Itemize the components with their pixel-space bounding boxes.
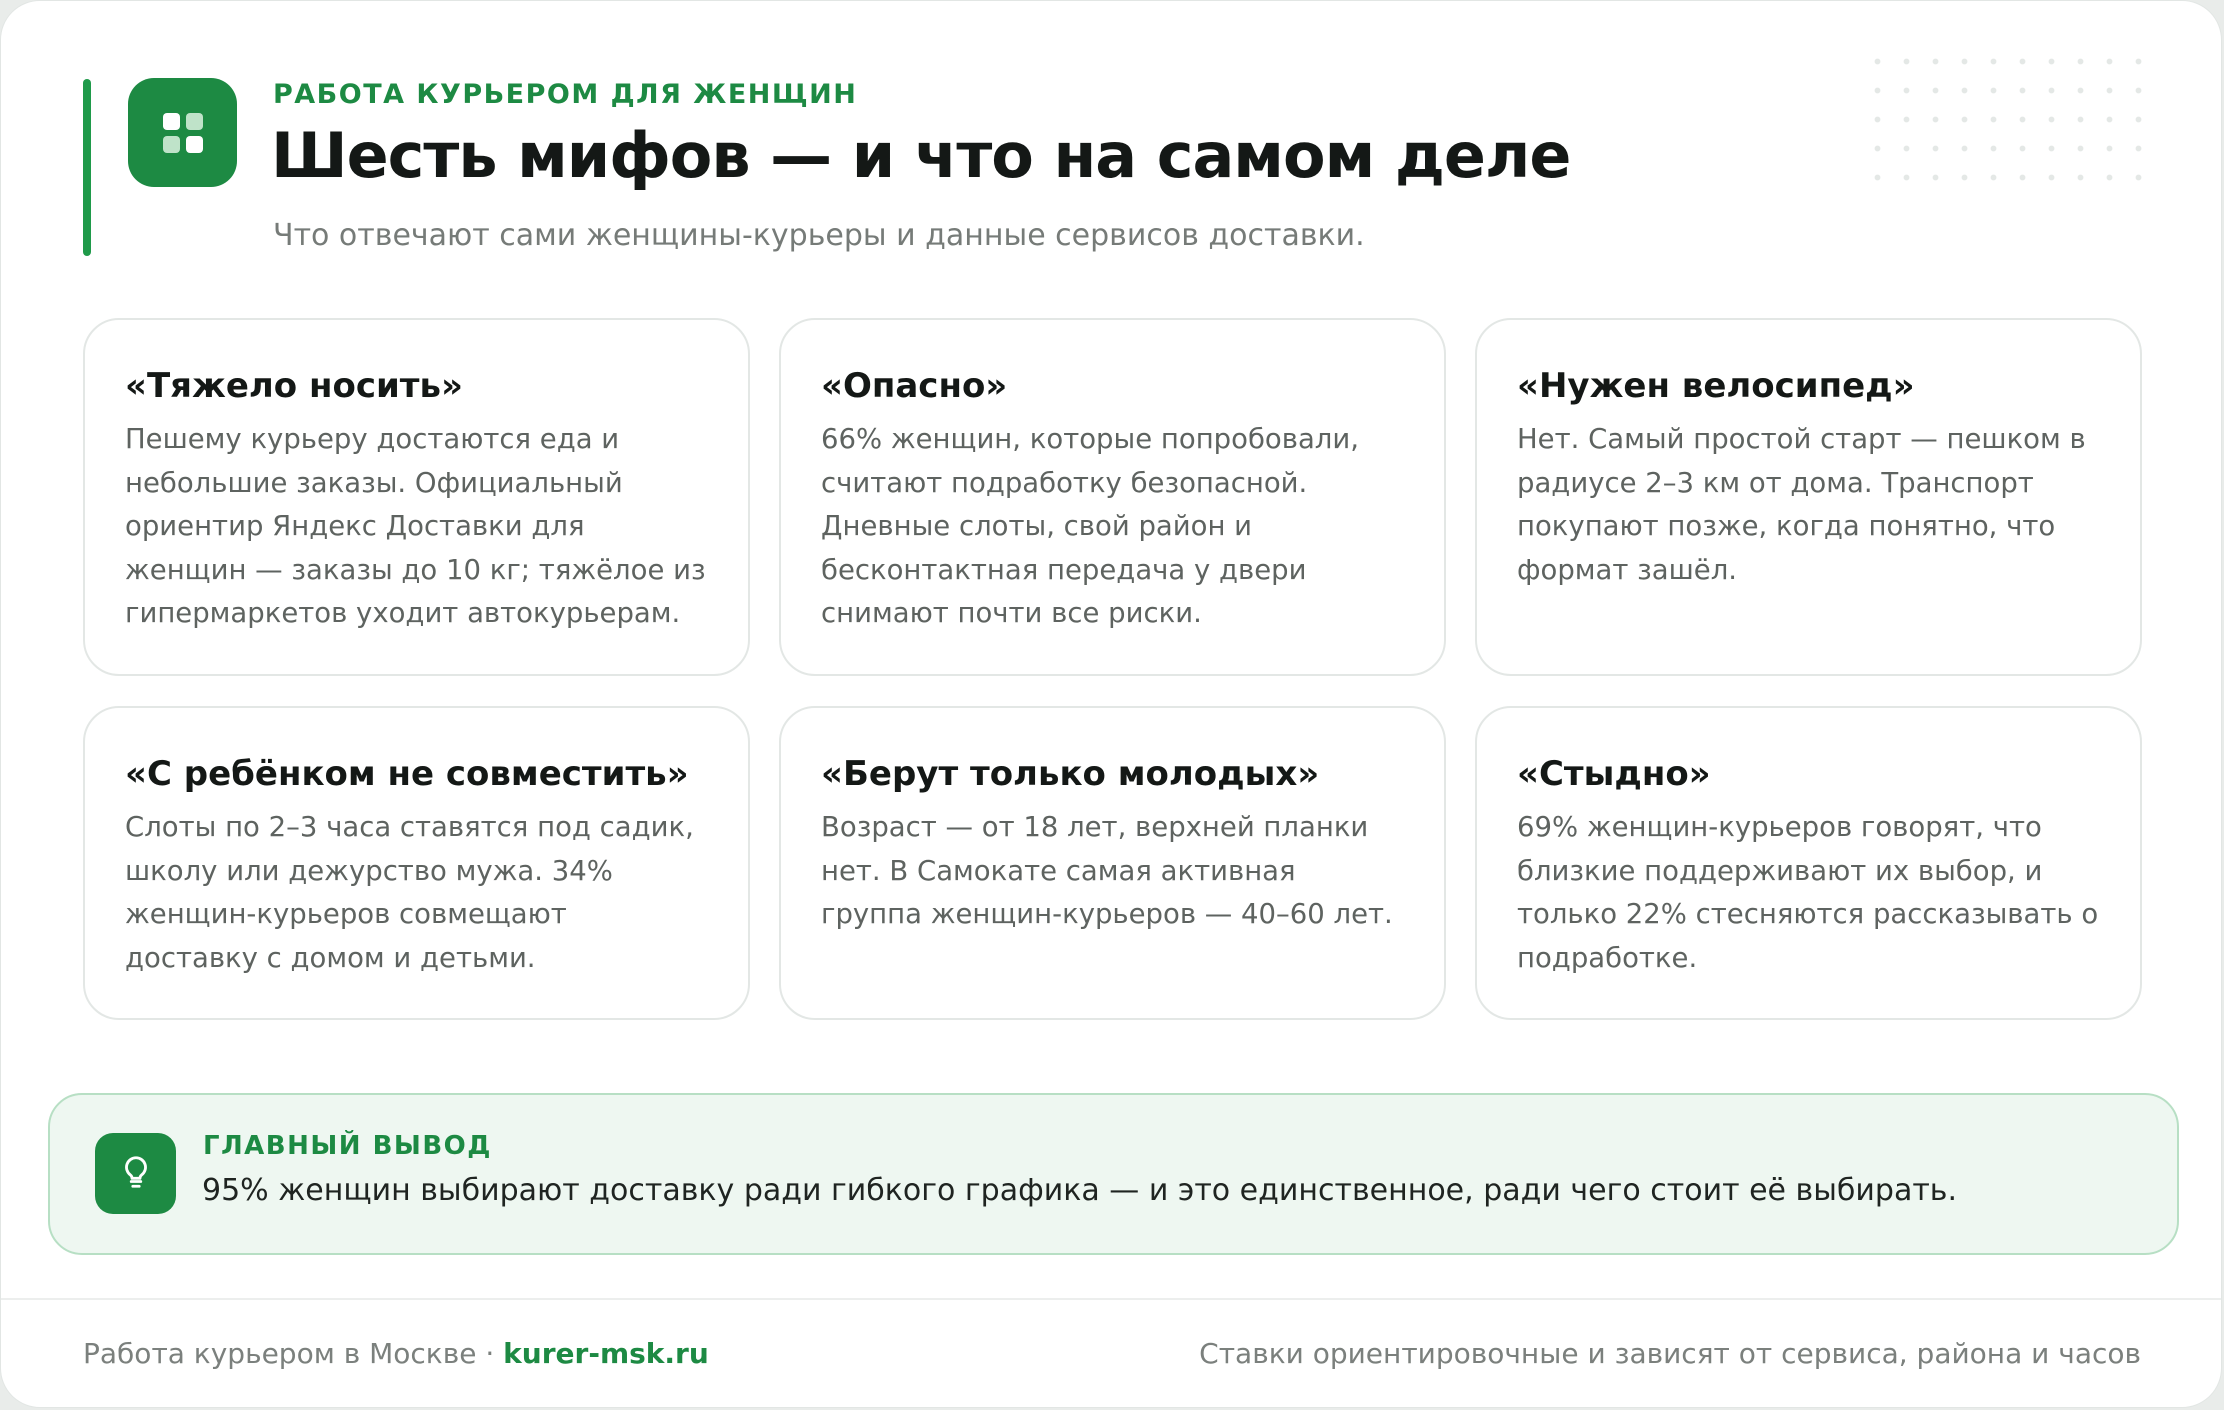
myth-card-text: 69% женщин-курьеров говорят, что близкие… xyxy=(1517,811,2099,974)
footer-left: Работа курьером в Москве · kurer-msk.ru xyxy=(83,1337,709,1370)
footer-disclaimer: Ставки ориентировочные и зависят от серв… xyxy=(1199,1337,2141,1370)
myth-card-title: «Стыдно» xyxy=(1517,754,1711,794)
page-subtitle: Что отвечают сами женщины-курьеры и данн… xyxy=(273,218,1365,253)
myth-card: «Нужен велосипед» Нет. Самый простой ста… xyxy=(1475,318,2142,676)
accent-bar xyxy=(83,79,91,256)
myth-card: «Стыдно» 69% женщин-курьеров говорят, чт… xyxy=(1475,706,2142,1020)
myth-card-title: «Тяжело носить» xyxy=(125,366,463,406)
conclusion-callout: ГЛАВНЫЙ ВЫВОД 95% женщин выбирают достав… xyxy=(48,1093,2179,1255)
page-title: Шесть мифов — и что на самом деле xyxy=(271,119,1571,192)
lightbulb-icon xyxy=(117,1153,155,1195)
myth-card-text: Нет. Самый простой старт — пешком в ради… xyxy=(1517,423,2086,586)
myth-card: «Опасно» 66% женщин, которые попробовали… xyxy=(779,318,1446,676)
logo-tile xyxy=(128,78,237,187)
decorative-dot-grid xyxy=(1863,47,2163,197)
myth-card-text: 66% женщин, которые попробовали, считают… xyxy=(821,423,1359,629)
grid-icon xyxy=(161,111,205,155)
myth-card: «С ребёнком не совместить» Слоты по 2–3 … xyxy=(83,706,750,1020)
eyebrow-label: РАБОТА КУРЬЕРОМ ДЛЯ ЖЕНЩИН xyxy=(273,79,858,110)
conclusion-label: ГЛАВНЫЙ ВЫВОД xyxy=(203,1131,492,1161)
footer-caption: Работа курьером в Москве · xyxy=(83,1337,495,1370)
myth-card-title: «Нужен велосипед» xyxy=(1517,366,1915,406)
conclusion-icon-tile xyxy=(95,1133,176,1214)
myth-card-text: Пешему курьеру достаются еда и небольшие… xyxy=(125,423,706,629)
conclusion-text: 95% женщин выбирают доставку ради гибког… xyxy=(202,1173,1958,1208)
myth-card-text: Возраст — от 18 лет, верхней планки нет.… xyxy=(821,811,1393,930)
myth-card: «Берут только молодых» Возраст — от 18 л… xyxy=(779,706,1446,1020)
footer-divider xyxy=(1,1298,2221,1300)
myth-card-title: «Опасно» xyxy=(821,366,1008,406)
myth-card: «Тяжело носить» Пешему курьеру достаются… xyxy=(83,318,750,676)
footer-site-link[interactable]: kurer-msk.ru xyxy=(503,1337,709,1370)
myth-card-title: «Берут только молодых» xyxy=(821,754,1320,794)
myth-card-title: «С ребёнком не совместить» xyxy=(125,754,689,794)
myth-card-text: Слоты по 2–3 часа ставятся под садик, шк… xyxy=(125,811,694,974)
infographic-card: РАБОТА КУРЬЕРОМ ДЛЯ ЖЕНЩИН Шесть мифов —… xyxy=(0,0,2222,1408)
